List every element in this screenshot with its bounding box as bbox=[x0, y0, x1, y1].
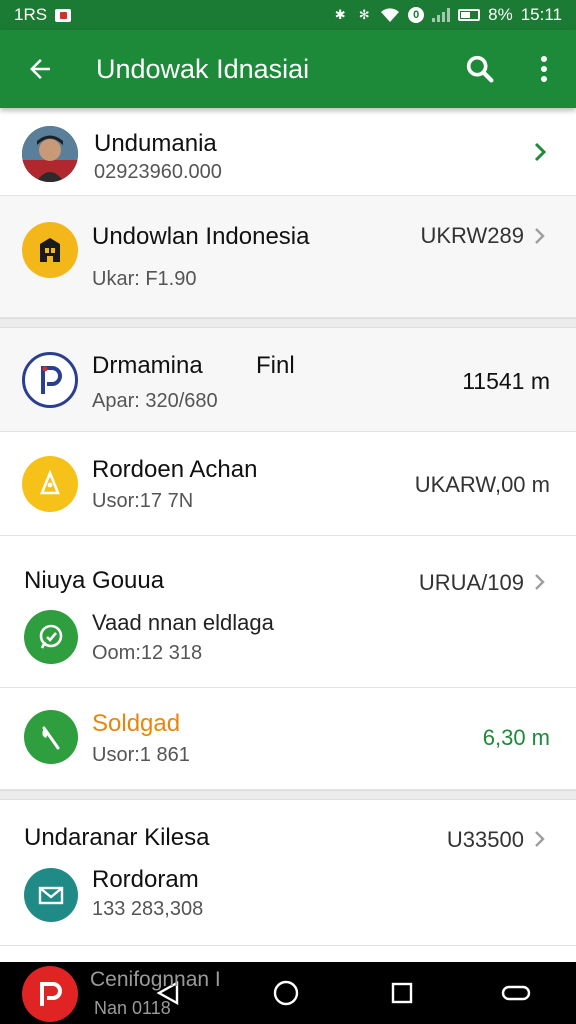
back-button[interactable] bbox=[0, 30, 80, 108]
system-nav-bar bbox=[0, 962, 576, 1024]
item-sub: Oom:12 318 bbox=[92, 642, 203, 664]
partial-item-name: Cenifognnan I bbox=[90, 968, 221, 991]
back-arrow-icon bbox=[30, 59, 50, 79]
partial-item-sub: Nan 0118 bbox=[94, 998, 171, 1018]
nav-recents-button[interactable] bbox=[362, 962, 442, 1024]
more-vert-icon bbox=[541, 56, 547, 82]
notification-icon bbox=[55, 8, 72, 22]
search-icon bbox=[466, 55, 494, 83]
list-item[interactable]: Undowlan Indonesia Ukar: F1.90 UKRW289 bbox=[0, 196, 576, 318]
chevron-right-icon bbox=[535, 831, 545, 847]
item-value: 6,30 m bbox=[482, 725, 550, 750]
chevron-right-icon bbox=[535, 228, 545, 244]
item-sub: Apar: 320/680 bbox=[92, 390, 218, 412]
app-logo-fab[interactable] bbox=[22, 966, 78, 1022]
item-value: 11541 m bbox=[462, 368, 550, 394]
section-header: Undaranar Kilesa bbox=[24, 824, 210, 851]
list-item[interactable]: Niuya Gouua URUA/109 Vaad nnan eldlaga O… bbox=[0, 536, 576, 688]
account-list: Undumania 02923960.000 Undowlan Indonesi… bbox=[0, 108, 576, 946]
item-value: URUA/109 bbox=[418, 570, 524, 595]
item-name: Drmamina bbox=[92, 352, 203, 379]
item-sub: Ukar: F1.90 bbox=[92, 268, 197, 290]
item-name: Soldgad bbox=[92, 710, 181, 737]
building-icon bbox=[22, 222, 78, 278]
item-name: Undumania bbox=[94, 130, 217, 157]
item-value: U33500 bbox=[446, 827, 524, 852]
item-sub: Usor:1 861 bbox=[92, 744, 190, 766]
item-name: Vaad nnan eldlaga bbox=[92, 610, 274, 635]
list-item[interactable]: Rordoen Achan Usor:17 7N UKARW,00 m bbox=[0, 432, 576, 536]
search-button[interactable] bbox=[448, 30, 512, 108]
section-divider bbox=[0, 790, 576, 800]
nav-home-button[interactable] bbox=[246, 962, 326, 1024]
bell-icon bbox=[22, 456, 78, 512]
app-title: Undowak Idnasiai bbox=[96, 53, 310, 84]
nav-extra-button[interactable] bbox=[476, 962, 556, 1024]
bluetooth-icon: ✻ bbox=[358, 7, 370, 22]
list-item[interactable]: Undaranar Kilesa U33500 Rordoram 133 283… bbox=[0, 800, 576, 946]
list-item[interactable]: Soldgad Usor:1 861 6,30 m bbox=[0, 688, 576, 790]
item-sub: Usor:17 7N bbox=[92, 490, 194, 512]
data-saver-icon: 0 bbox=[408, 7, 425, 23]
status-bar: 1RS ✱ ✻ 0 8% 15:11 bbox=[0, 0, 576, 30]
profile-photo-avatar bbox=[22, 126, 78, 182]
item-name: Undowlan Indonesia bbox=[92, 223, 310, 250]
battery-icon bbox=[458, 9, 481, 21]
whatsapp-icon bbox=[24, 610, 78, 664]
vibrate-icon: ✱ bbox=[334, 7, 346, 22]
pill-icon bbox=[501, 985, 531, 1001]
wifi-icon bbox=[381, 8, 400, 22]
leaf-icon bbox=[24, 710, 78, 764]
item-value: UKRW289 bbox=[420, 223, 524, 248]
section-header: Niuya Gouua bbox=[24, 567, 165, 594]
chevron-right-icon bbox=[534, 142, 547, 162]
list-item[interactable]: Undumania 02923960.000 bbox=[0, 108, 576, 196]
item-sub: 02923960.000 bbox=[94, 161, 222, 183]
status-time-left: 1RS bbox=[14, 5, 48, 24]
p-logo-icon bbox=[22, 352, 78, 408]
item-value: UKARW,00 m bbox=[414, 472, 550, 497]
status-clock: 15:11 bbox=[520, 5, 562, 24]
signal-icon bbox=[432, 8, 451, 22]
item-name: Rordoram bbox=[92, 866, 199, 893]
item-name-extra: Finl bbox=[256, 352, 295, 379]
app-bar: Undowak Idnasiai bbox=[0, 30, 576, 108]
mail-icon bbox=[24, 868, 78, 922]
app-logo-icon bbox=[40, 982, 62, 1006]
home-circle-icon bbox=[273, 980, 299, 1006]
item-sub: 133 283,308 bbox=[92, 898, 204, 920]
section-divider bbox=[0, 318, 576, 328]
more-options-button[interactable] bbox=[512, 30, 576, 108]
chevron-right-icon bbox=[535, 574, 545, 590]
list-item[interactable]: Drmamina Finl Apar: 320/680 11541 m bbox=[0, 328, 576, 432]
recents-square-icon bbox=[391, 982, 413, 1004]
item-name: Rordoen Achan bbox=[92, 456, 258, 483]
battery-percent: 8% bbox=[488, 5, 513, 24]
